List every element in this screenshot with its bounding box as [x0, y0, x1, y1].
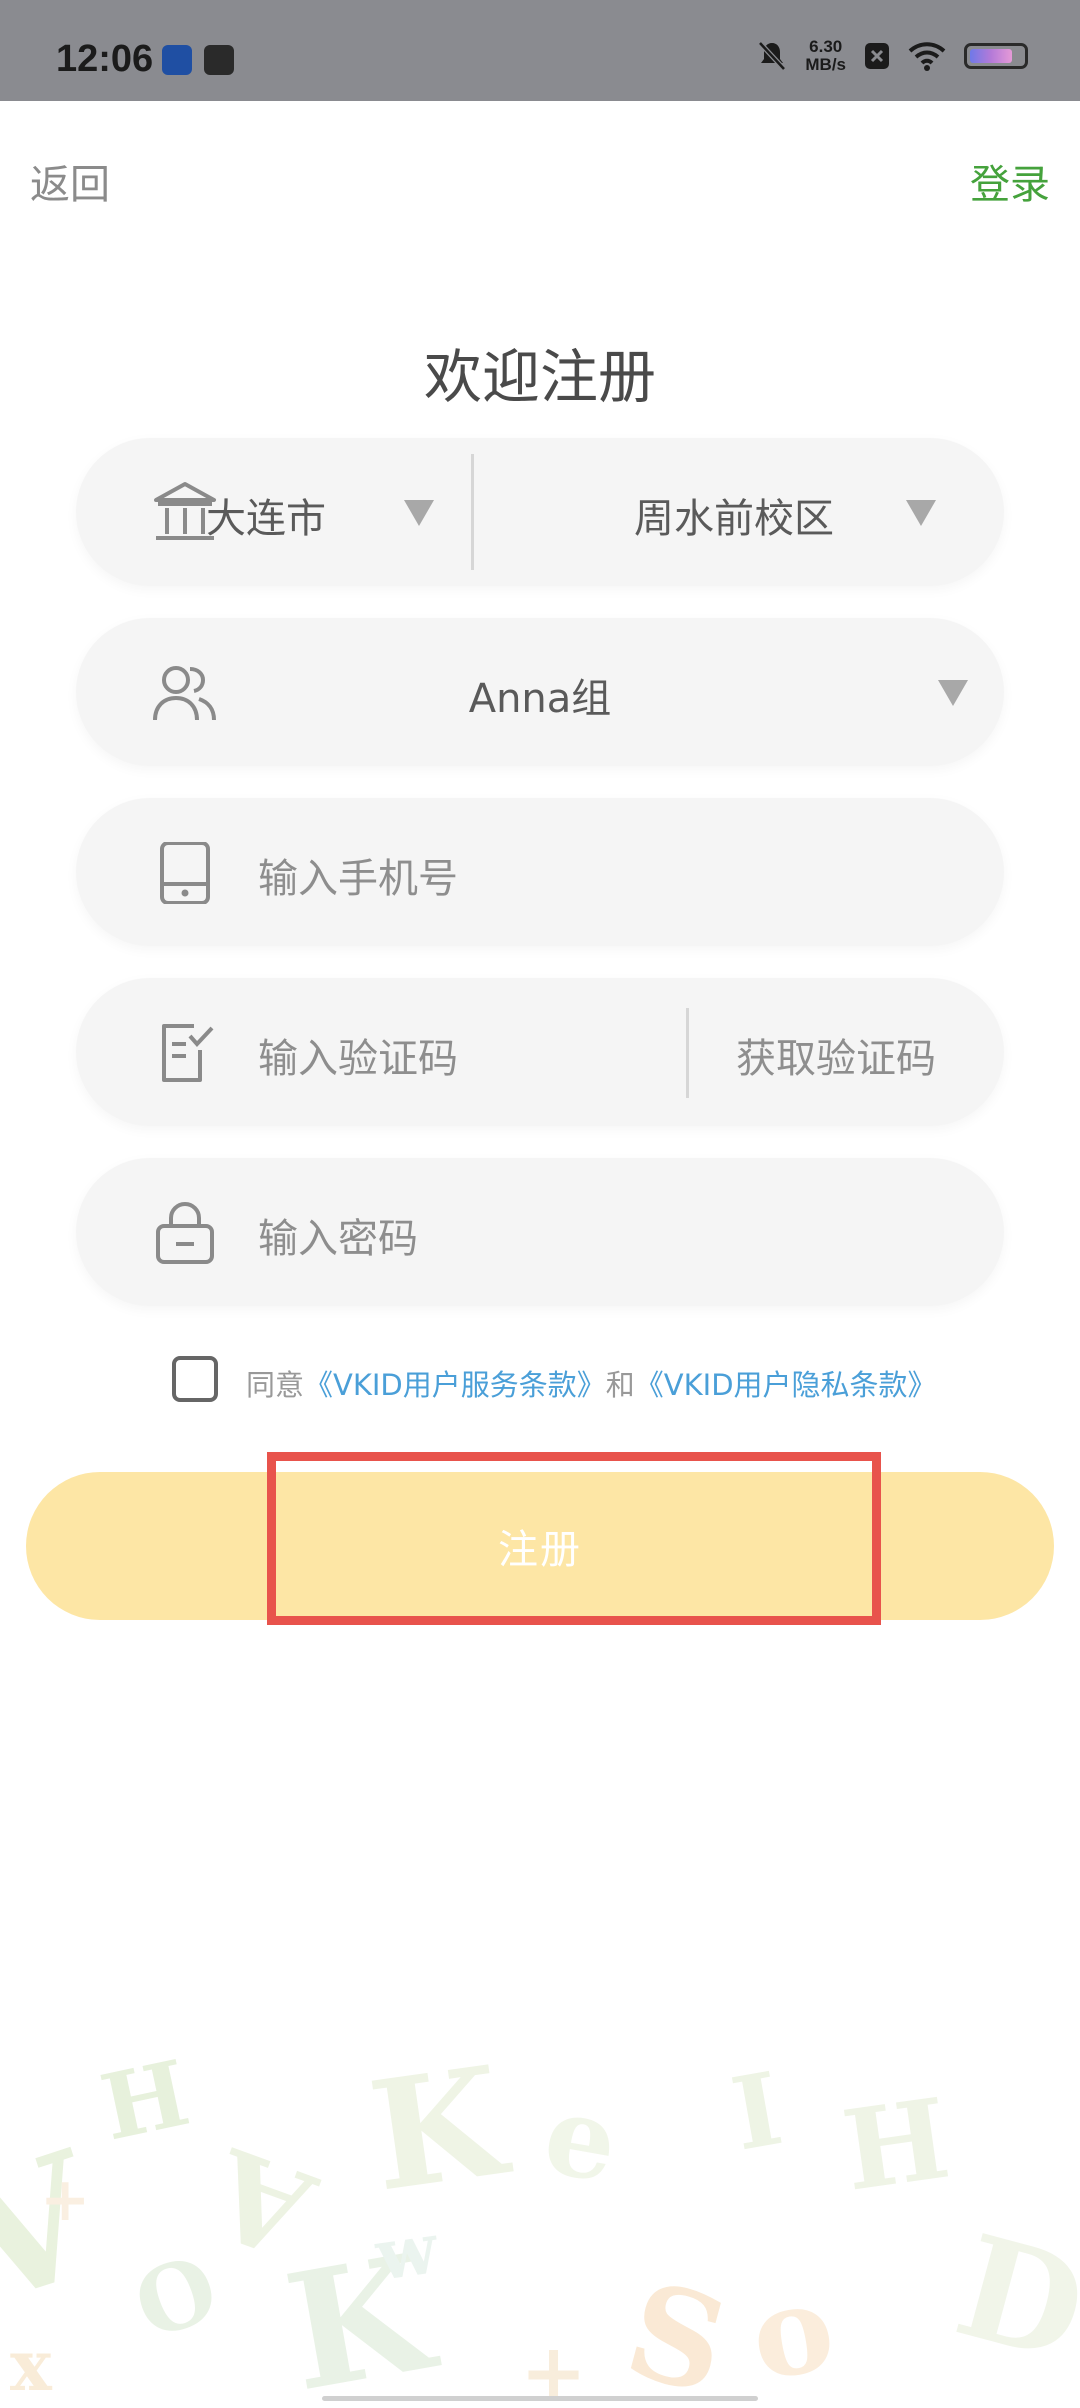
password-field[interactable]: 输入密码	[76, 1158, 1004, 1306]
svg-text:e: e	[535, 2069, 626, 2208]
group-select[interactable]: Anna组	[76, 618, 1004, 766]
wifi-icon	[908, 42, 946, 71]
svg-text:K: K	[361, 2040, 519, 2226]
gesture-nav-bar	[322, 2396, 758, 2401]
svg-text:H: H	[93, 2040, 198, 2161]
password-input[interactable]: 输入密码	[258, 1206, 418, 1264]
svg-text:o: o	[741, 2256, 844, 2408]
campus-select[interactable]: 周水前校区	[474, 438, 1004, 586]
decorative-letters-background: H V A K e I H D O K S o x + + w	[0, 2040, 1080, 2408]
code-divider	[686, 1008, 689, 1098]
status-time: 12:06	[56, 38, 154, 80]
get-code-button[interactable]: 获取验证码	[736, 1026, 936, 1084]
document-check-icon	[162, 1024, 214, 1082]
battery-icon	[964, 43, 1028, 69]
group-dropdown-arrow-icon	[938, 680, 968, 706]
app-notification-icon	[162, 45, 192, 75]
code-input[interactable]: 输入验证码	[258, 1026, 458, 1084]
status-bar: 12:06 6.30 MB/s	[0, 0, 1080, 101]
back-button[interactable]: 返回	[30, 152, 110, 210]
sim-off-icon	[865, 43, 889, 69]
svg-text:D: D	[941, 2204, 1080, 2394]
service-terms-link[interactable]: 《VKID用户服务条款》	[304, 1368, 606, 1402]
phone-input[interactable]: 输入手机号	[258, 846, 458, 904]
agreement-checkbox[interactable]	[172, 1356, 218, 1402]
privacy-terms-link[interactable]: 《VKID用户隐私条款》	[635, 1368, 937, 1402]
svg-text:+: +	[40, 2165, 90, 2235]
mute-bell-icon	[758, 41, 787, 71]
campus-dropdown-arrow-icon	[906, 500, 936, 526]
city-select[interactable]: 大连市	[76, 438, 468, 586]
page-title: 欢迎注册	[423, 343, 656, 411]
highlight-box	[267, 1452, 881, 1625]
network-speed: 6.30 MB/s	[805, 38, 846, 74]
lock-icon	[156, 1202, 214, 1264]
battery-level-fill	[970, 49, 1012, 63]
svg-text:I: I	[724, 2049, 791, 2173]
svg-text:S: S	[612, 2252, 742, 2408]
network-speed-value: 6.30	[809, 37, 843, 56]
network-speed-unit: MB/s	[805, 55, 846, 74]
city-campus-row: 大连市 周水前校区	[76, 438, 1004, 586]
svg-text:x: x	[10, 2324, 53, 2407]
code-field: 输入验证码 获取验证码	[76, 978, 1004, 1126]
city-dropdown-arrow-icon	[404, 500, 434, 526]
agreement-text: 同意《VKID用户服务条款》和《VKID用户隐私条款》	[246, 1362, 937, 1404]
city-value: 大连市	[206, 496, 326, 542]
group-value: Anna组	[468, 676, 612, 722]
calendar-notification-icon	[204, 45, 234, 75]
phone-field[interactable]: 输入手机号	[76, 798, 1004, 946]
login-button[interactable]: 登录	[970, 152, 1050, 210]
phone-icon	[160, 842, 210, 904]
campus-value: 周水前校区	[634, 496, 834, 542]
svg-text:H: H	[836, 2074, 957, 2216]
agreement-connector: 和	[605, 1368, 635, 1402]
svg-text:w: w	[370, 2206, 444, 2297]
agreement-prefix: 同意	[246, 1368, 305, 1402]
